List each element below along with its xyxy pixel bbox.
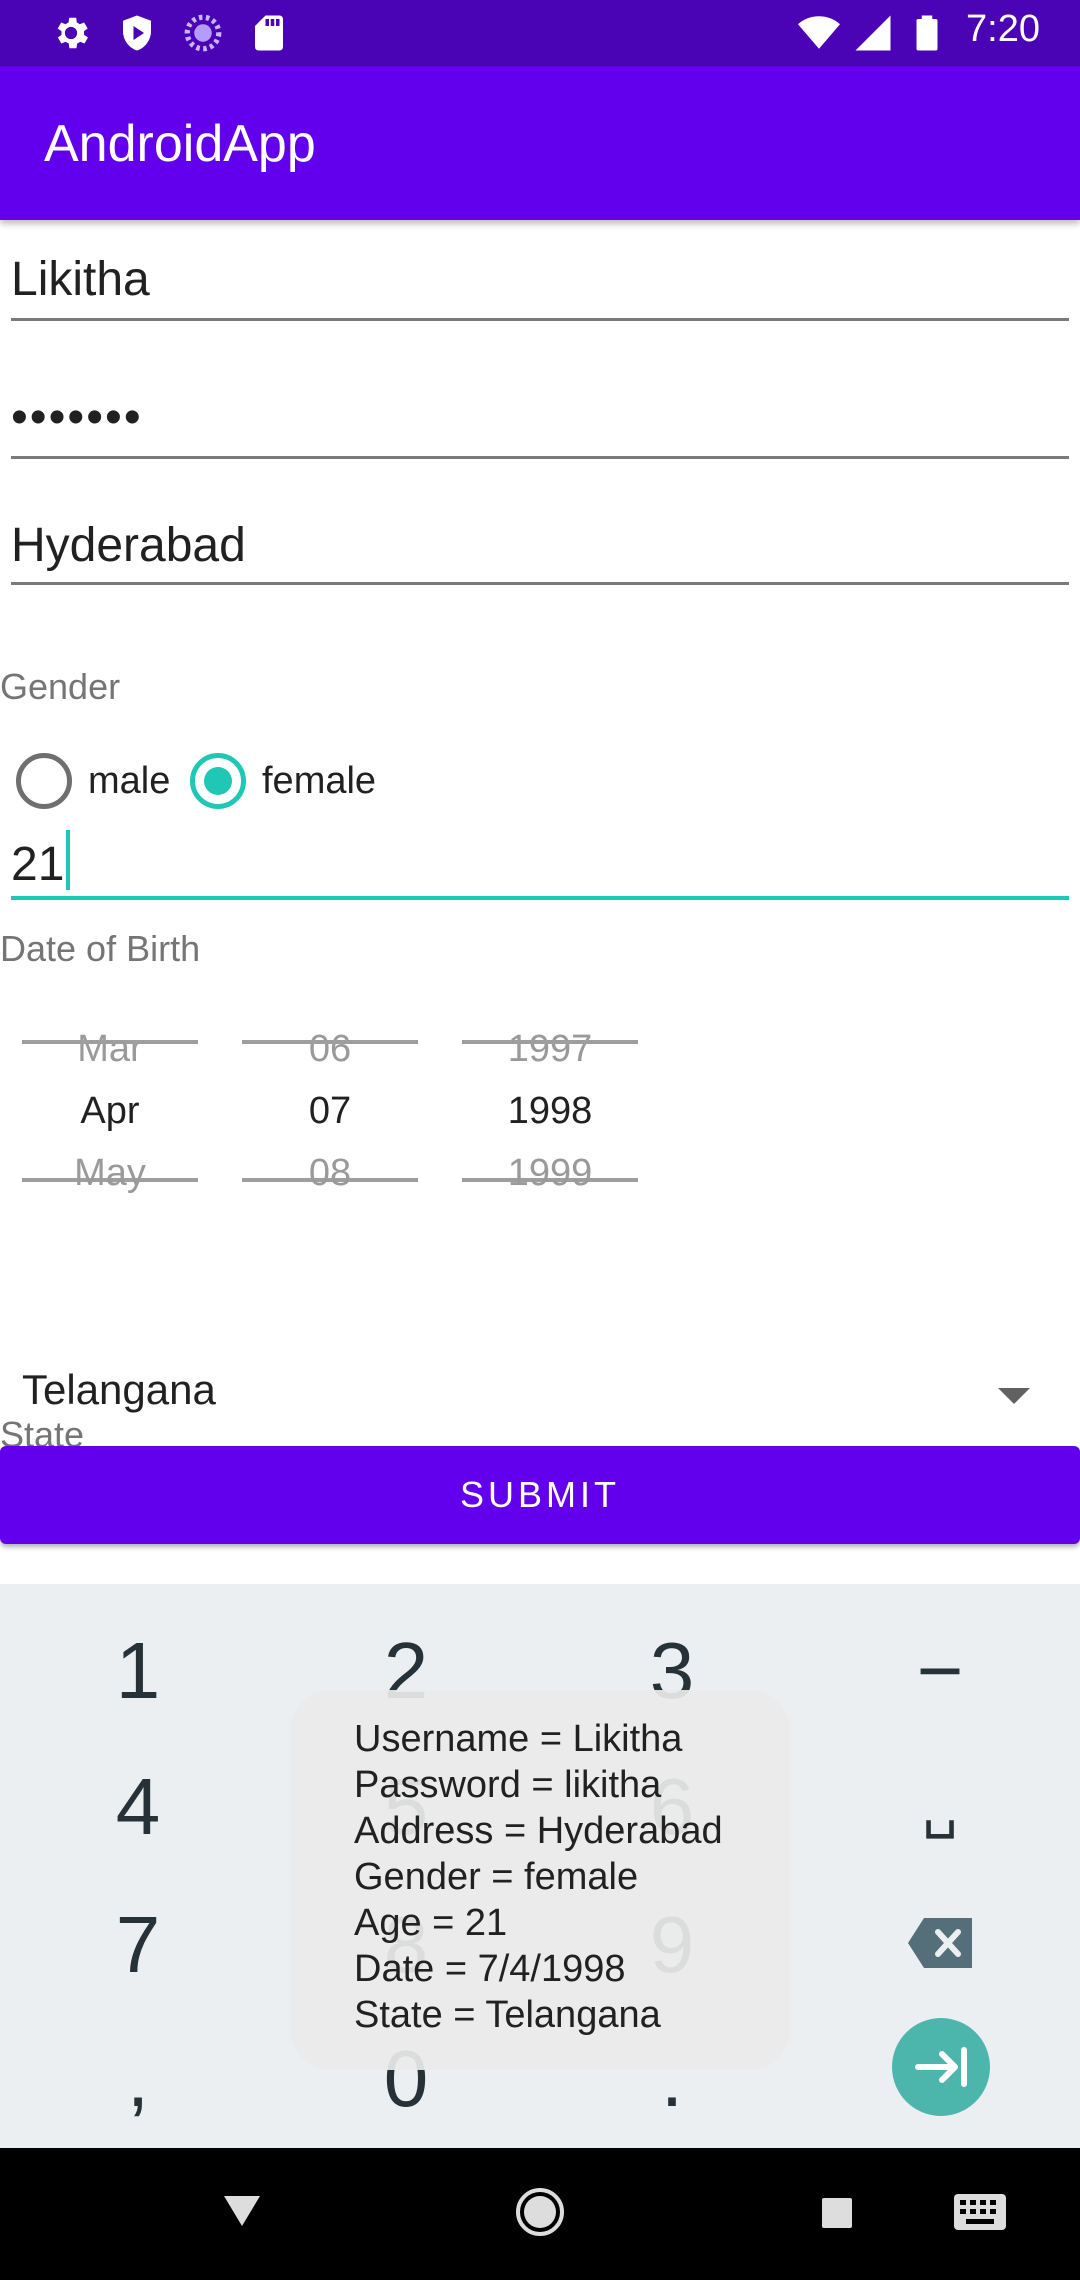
age-value: 21	[11, 838, 65, 891]
toast-line-username: Username = Likitha	[354, 1718, 683, 1760]
year-divider-top	[462, 1040, 638, 1044]
key-space[interactable]: ␣	[830, 1742, 1050, 1872]
app-bar: AndroidApp	[0, 66, 1080, 220]
age-underline	[11, 896, 1069, 900]
day-spinner[interactable]: 06 07 08	[242, 1020, 418, 1200]
password-underline	[11, 456, 1069, 459]
next-key[interactable]	[892, 2018, 990, 2116]
submit-button[interactable]: SUBMIT	[0, 1446, 1080, 1544]
dropdown-arrow-icon[interactable]	[998, 1388, 1030, 1404]
key-minus[interactable]: −	[830, 1606, 1050, 1736]
address-underline	[11, 582, 1069, 585]
toast-line-age: Age = 21	[354, 1902, 508, 1944]
male-label[interactable]: male	[88, 760, 170, 803]
recents-icon[interactable]	[820, 2196, 854, 2230]
password-field[interactable]: •••••••	[11, 390, 1069, 462]
navigation-bar	[0, 2148, 1080, 2280]
address-value: Hyderabad	[11, 519, 246, 572]
male-radio[interactable]	[16, 753, 72, 809]
username-field[interactable]: Likitha	[11, 248, 1069, 322]
battery-icon	[916, 15, 938, 51]
day-current[interactable]: 07	[242, 1090, 418, 1133]
signal-icon	[855, 15, 891, 51]
state-value[interactable]: Telangana	[22, 1366, 216, 1414]
age-field[interactable]: 21	[11, 826, 1069, 904]
backspace-icon[interactable]	[906, 1916, 976, 1970]
wifi-icon	[798, 16, 840, 49]
day-divider-top	[242, 1040, 418, 1044]
toast-line-date: Date = 7/4/1998	[354, 1948, 626, 1990]
gender-label: Gender	[0, 666, 121, 707]
year-prev[interactable]: 1997	[462, 1028, 638, 1071]
toast-line-gender: Gender = female	[354, 1856, 639, 1898]
key-7[interactable]: 7	[28, 1880, 248, 2010]
next-arrow-icon	[915, 2047, 967, 2087]
clock: 7:20	[966, 8, 1040, 50]
sd-card-icon	[255, 15, 283, 51]
toast-line-password: Password = likitha	[354, 1764, 662, 1806]
key-4[interactable]: 4	[28, 1742, 248, 1872]
dob-label: Date of Birth	[0, 928, 201, 969]
status-bar: 7:20	[0, 0, 1080, 66]
month-prev[interactable]: Mar	[22, 1028, 198, 1071]
password-value: •••••••	[11, 391, 143, 444]
month-current[interactable]: Apr	[22, 1090, 198, 1133]
home-icon[interactable]	[514, 2186, 566, 2238]
month-spinner[interactable]: Mar Apr May	[22, 1020, 198, 1200]
year-spinner[interactable]: 1997 1998 1999	[462, 1020, 638, 1200]
female-radio[interactable]	[190, 753, 246, 809]
settings-icon	[57, 17, 88, 49]
username-underline	[11, 318, 1069, 321]
keyboard-switch-icon[interactable]	[952, 2192, 1008, 2232]
female-label[interactable]: female	[262, 760, 376, 803]
toast-message: Username = Likitha Password = likitha Ad…	[290, 1690, 790, 2070]
key-1[interactable]: 1	[28, 1606, 248, 1736]
month-next[interactable]: May	[22, 1152, 198, 1195]
address-field[interactable]: Hyderabad	[11, 514, 1069, 588]
day-prev[interactable]: 06	[242, 1028, 418, 1071]
month-divider-top	[22, 1040, 198, 1044]
text-cursor	[66, 830, 71, 890]
shield-icon	[123, 15, 151, 51]
year-current[interactable]: 1998	[462, 1090, 638, 1133]
year-next[interactable]: 1999	[462, 1152, 638, 1195]
username-value: Likitha	[11, 253, 150, 306]
toast-line-state: State = Telangana	[354, 1994, 661, 2036]
key-comma[interactable]: ,	[28, 2014, 248, 2144]
day-next[interactable]: 08	[242, 1152, 418, 1195]
age-value-wrap: 21	[11, 830, 71, 892]
back-triangle-icon[interactable]	[222, 2192, 262, 2228]
app-title: AndroidApp	[44, 115, 316, 173]
toast-line-address: Address = Hyderabad	[354, 1810, 723, 1852]
loading-icon	[184, 14, 222, 52]
